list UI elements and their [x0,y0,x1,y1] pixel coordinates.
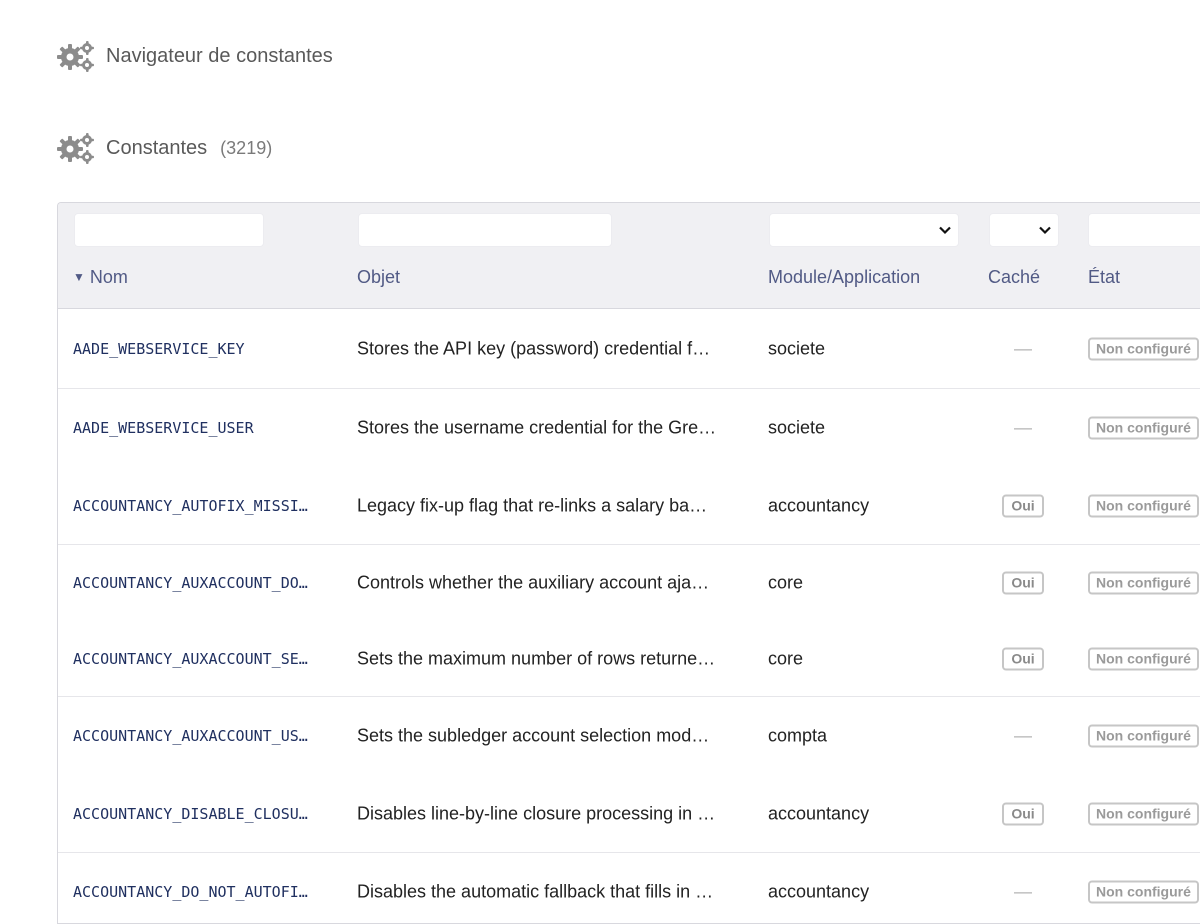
constant-object: Controls whether the auxiliary account a… [357,572,710,592]
state-cell: Non configuré [1088,802,1199,825]
cache-cell: Oui [988,647,1058,670]
chevron-down-icon [939,226,951,235]
cache-badge: Oui [1002,571,1044,594]
constant-name[interactable]: ACCOUNTANCY_AUXACCOUNT_US… [73,727,331,745]
constant-object: Legacy fix-up flag that re-links a salar… [357,495,708,516]
table-row[interactable]: ACCOUNTANCY_AUXACCOUNT_SE… Sets the maxim… [58,621,1200,697]
column-header-object[interactable]: Objet [357,267,400,288]
cache-cell: — [1014,338,1032,358]
page-title-row: Navigateur de constantes [57,40,333,72]
constant-name[interactable]: ACCOUNTANCY_AUXACCOUNT_SE… [73,650,331,668]
table-row[interactable]: ACCOUNTANCY_AUXACCOUNT_US… Sets the suble… [58,696,1200,776]
state-badge: Non configuré [1088,416,1199,440]
constant-module: core [768,572,804,592]
cache-cell: Oui [988,571,1058,594]
section-title: Constantes [106,136,208,159]
page-title: Navigateur de constantes [106,44,333,67]
state-badge: Non configuré [1088,647,1199,670]
constant-name[interactable]: ACCOUNTANCY_DO_NOT_AUTOFI… [73,883,331,901]
column-header-state[interactable]: État [1088,267,1120,288]
state-cell: Non configuré [1088,880,1199,904]
state-cell: Non configuré [1088,571,1199,594]
constant-object: Stores the username credential for the G… [357,417,717,438]
filter-state-input[interactable] [1088,213,1200,247]
cache-badge: Oui [1002,494,1044,518]
filter-name-input[interactable] [74,213,264,247]
constant-module: societe [768,338,826,358]
constants-count: (3219) [220,137,273,158]
table-header: ▼ Nom Objet Module/Application Caché État [58,203,1200,309]
cache-cell: Oui [988,802,1058,825]
table-row[interactable]: ACCOUNTANCY_AUXACCOUNT_DO… Controls wheth… [58,544,1200,622]
constant-module: accountancy [768,495,870,516]
constant-module: compta [768,725,828,745]
cache-badge: Oui [1002,802,1044,825]
cache-cell: — [1014,725,1032,745]
state-cell: Non configuré [1088,647,1199,670]
table-row[interactable]: AADE_WEBSERVICE_USER Stores the username … [58,388,1200,469]
constant-module: societe [768,417,826,438]
constant-name[interactable]: AADE_WEBSERVICE_KEY [73,340,331,358]
column-header-cache[interactable]: Caché [988,267,1040,288]
constant-name[interactable]: ACCOUNTANCY_AUTOFIX_MISSI… [73,497,331,515]
constant-object: Stores the API key (password) credential… [357,338,711,358]
table-row[interactable]: ACCOUNTANCY_DISABLE_CLOSU… Disables line-… [58,775,1200,853]
filter-cache-select[interactable] [989,213,1059,247]
filter-object-input[interactable] [358,213,612,247]
constant-object: Sets the maximum number of rows returne… [357,648,716,668]
constant-name[interactable]: AADE_WEBSERVICE_USER [73,419,331,437]
state-cell: Non configuré [1088,724,1199,747]
state-cell: Non configuré [1088,337,1199,360]
state-badge: Non configuré [1088,802,1199,825]
constant-name[interactable]: ACCOUNTANCY_AUXACCOUNT_DO… [73,574,331,592]
cache-cell: Oui [988,494,1058,518]
chevron-down-icon [1039,226,1051,235]
state-badge: Non configuré [1088,880,1199,904]
state-badge: Non configuré [1088,571,1199,594]
constant-module: core [768,648,804,668]
filter-module-select[interactable] [769,213,959,247]
sort-desc-icon: ▼ [73,270,85,284]
state-badge: Non configuré [1088,494,1199,518]
constant-name[interactable]: ACCOUNTANCY_DISABLE_CLOSU… [73,805,331,823]
gears-icon [57,133,94,164]
constant-module: accountancy [768,803,870,823]
table-row[interactable]: AADE_WEBSERVICE_KEY Stores the API key (p… [58,309,1200,389]
state-badge: Non configuré [1088,337,1199,360]
table-row[interactable]: ACCOUNTANCY_AUTOFIX_MISSI… Legacy fix-up … [58,468,1200,545]
constant-object: Sets the subledger account selection mod… [357,725,710,745]
column-header-module[interactable]: Module/Application [768,267,920,288]
constant-object: Disables the automatic fallback that fil… [357,881,714,902]
constant-module: accountancy [768,881,870,902]
cache-badge: Oui [1002,647,1044,670]
cache-cell: — [1014,417,1032,438]
section-title-row: Constantes (3219) [57,132,272,164]
state-badge: Non configuré [1088,724,1199,747]
state-cell: Non configuré [1088,494,1199,518]
constant-object: Disables line-by-line closure processing… [357,803,716,823]
column-header-name[interactable]: ▼ Nom [73,267,128,288]
table-row[interactable]: ACCOUNTANCY_DO_NOT_AUTOFI… Disables the a… [58,852,1200,923]
cache-cell: — [1014,881,1032,902]
state-cell: Non configuré [1088,416,1199,440]
gears-icon [57,41,94,72]
constants-table: ▼ Nom Objet Module/Application Caché État… [57,202,1200,924]
